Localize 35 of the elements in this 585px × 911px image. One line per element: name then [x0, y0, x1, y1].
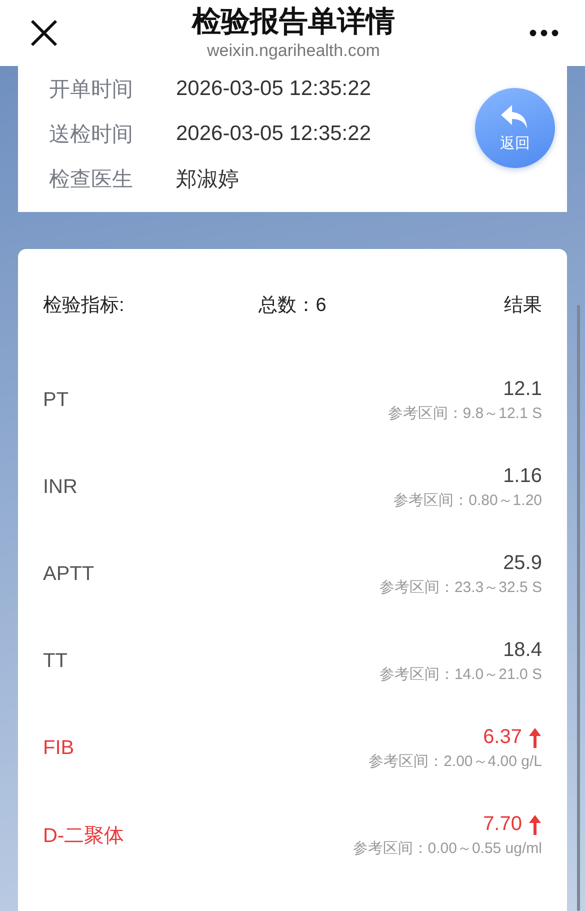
info-value: 2026-03-05 12:35:22 [176, 76, 371, 100]
up-arrow-icon [528, 814, 542, 836]
up-arrow-icon [528, 726, 542, 748]
test-name: APTT [43, 563, 94, 586]
test-name: INR [43, 476, 78, 499]
more-button[interactable] [529, 29, 559, 37]
column-heading: 检验指标: [43, 294, 124, 318]
info-label: 送检时间 [49, 122, 134, 148]
reference-range: 参考区间：9.8～12.1 S [388, 404, 542, 423]
test-name: FIB [43, 737, 74, 760]
more-icon [529, 29, 559, 37]
total-count: 总数：6 [258, 294, 326, 318]
test-value: 18.4 [503, 639, 542, 662]
info-label: 开单时间 [49, 76, 134, 102]
test-value: 1.16 [503, 465, 542, 488]
page-url: weixin.ngarihealth.com [207, 40, 380, 62]
reference-range: 参考区间：23.3～32.5 S [379, 578, 542, 597]
test-value: 6.37 [483, 726, 522, 749]
info-label: 检查医生 [49, 166, 134, 192]
test-name: TT [43, 650, 68, 673]
reference-range: 参考区间：0.00～0.55 ug/ml [352, 839, 542, 858]
test-value: 12.1 [503, 378, 542, 401]
reference-range: 参考区间：2.00～4.00 g/L [368, 752, 542, 771]
column-heading: 结果 [504, 294, 542, 318]
test-name: PT [43, 389, 69, 412]
test-value: 7.70 [483, 813, 522, 836]
info-value: 2026-03-05 12:35:22 [176, 122, 371, 146]
test-value: 25.9 [503, 552, 542, 575]
reference-range: 参考区间：14.0～21.0 S [379, 665, 542, 684]
reference-range: 参考区间：0.80～1.20 [394, 491, 542, 510]
close-icon [30, 19, 58, 47]
close-button[interactable] [30, 19, 58, 47]
info-value: 郑淑婷 [176, 166, 239, 192]
page-title: 检验报告单详情 [192, 5, 395, 40]
test-name: D-二聚体 [43, 824, 124, 849]
